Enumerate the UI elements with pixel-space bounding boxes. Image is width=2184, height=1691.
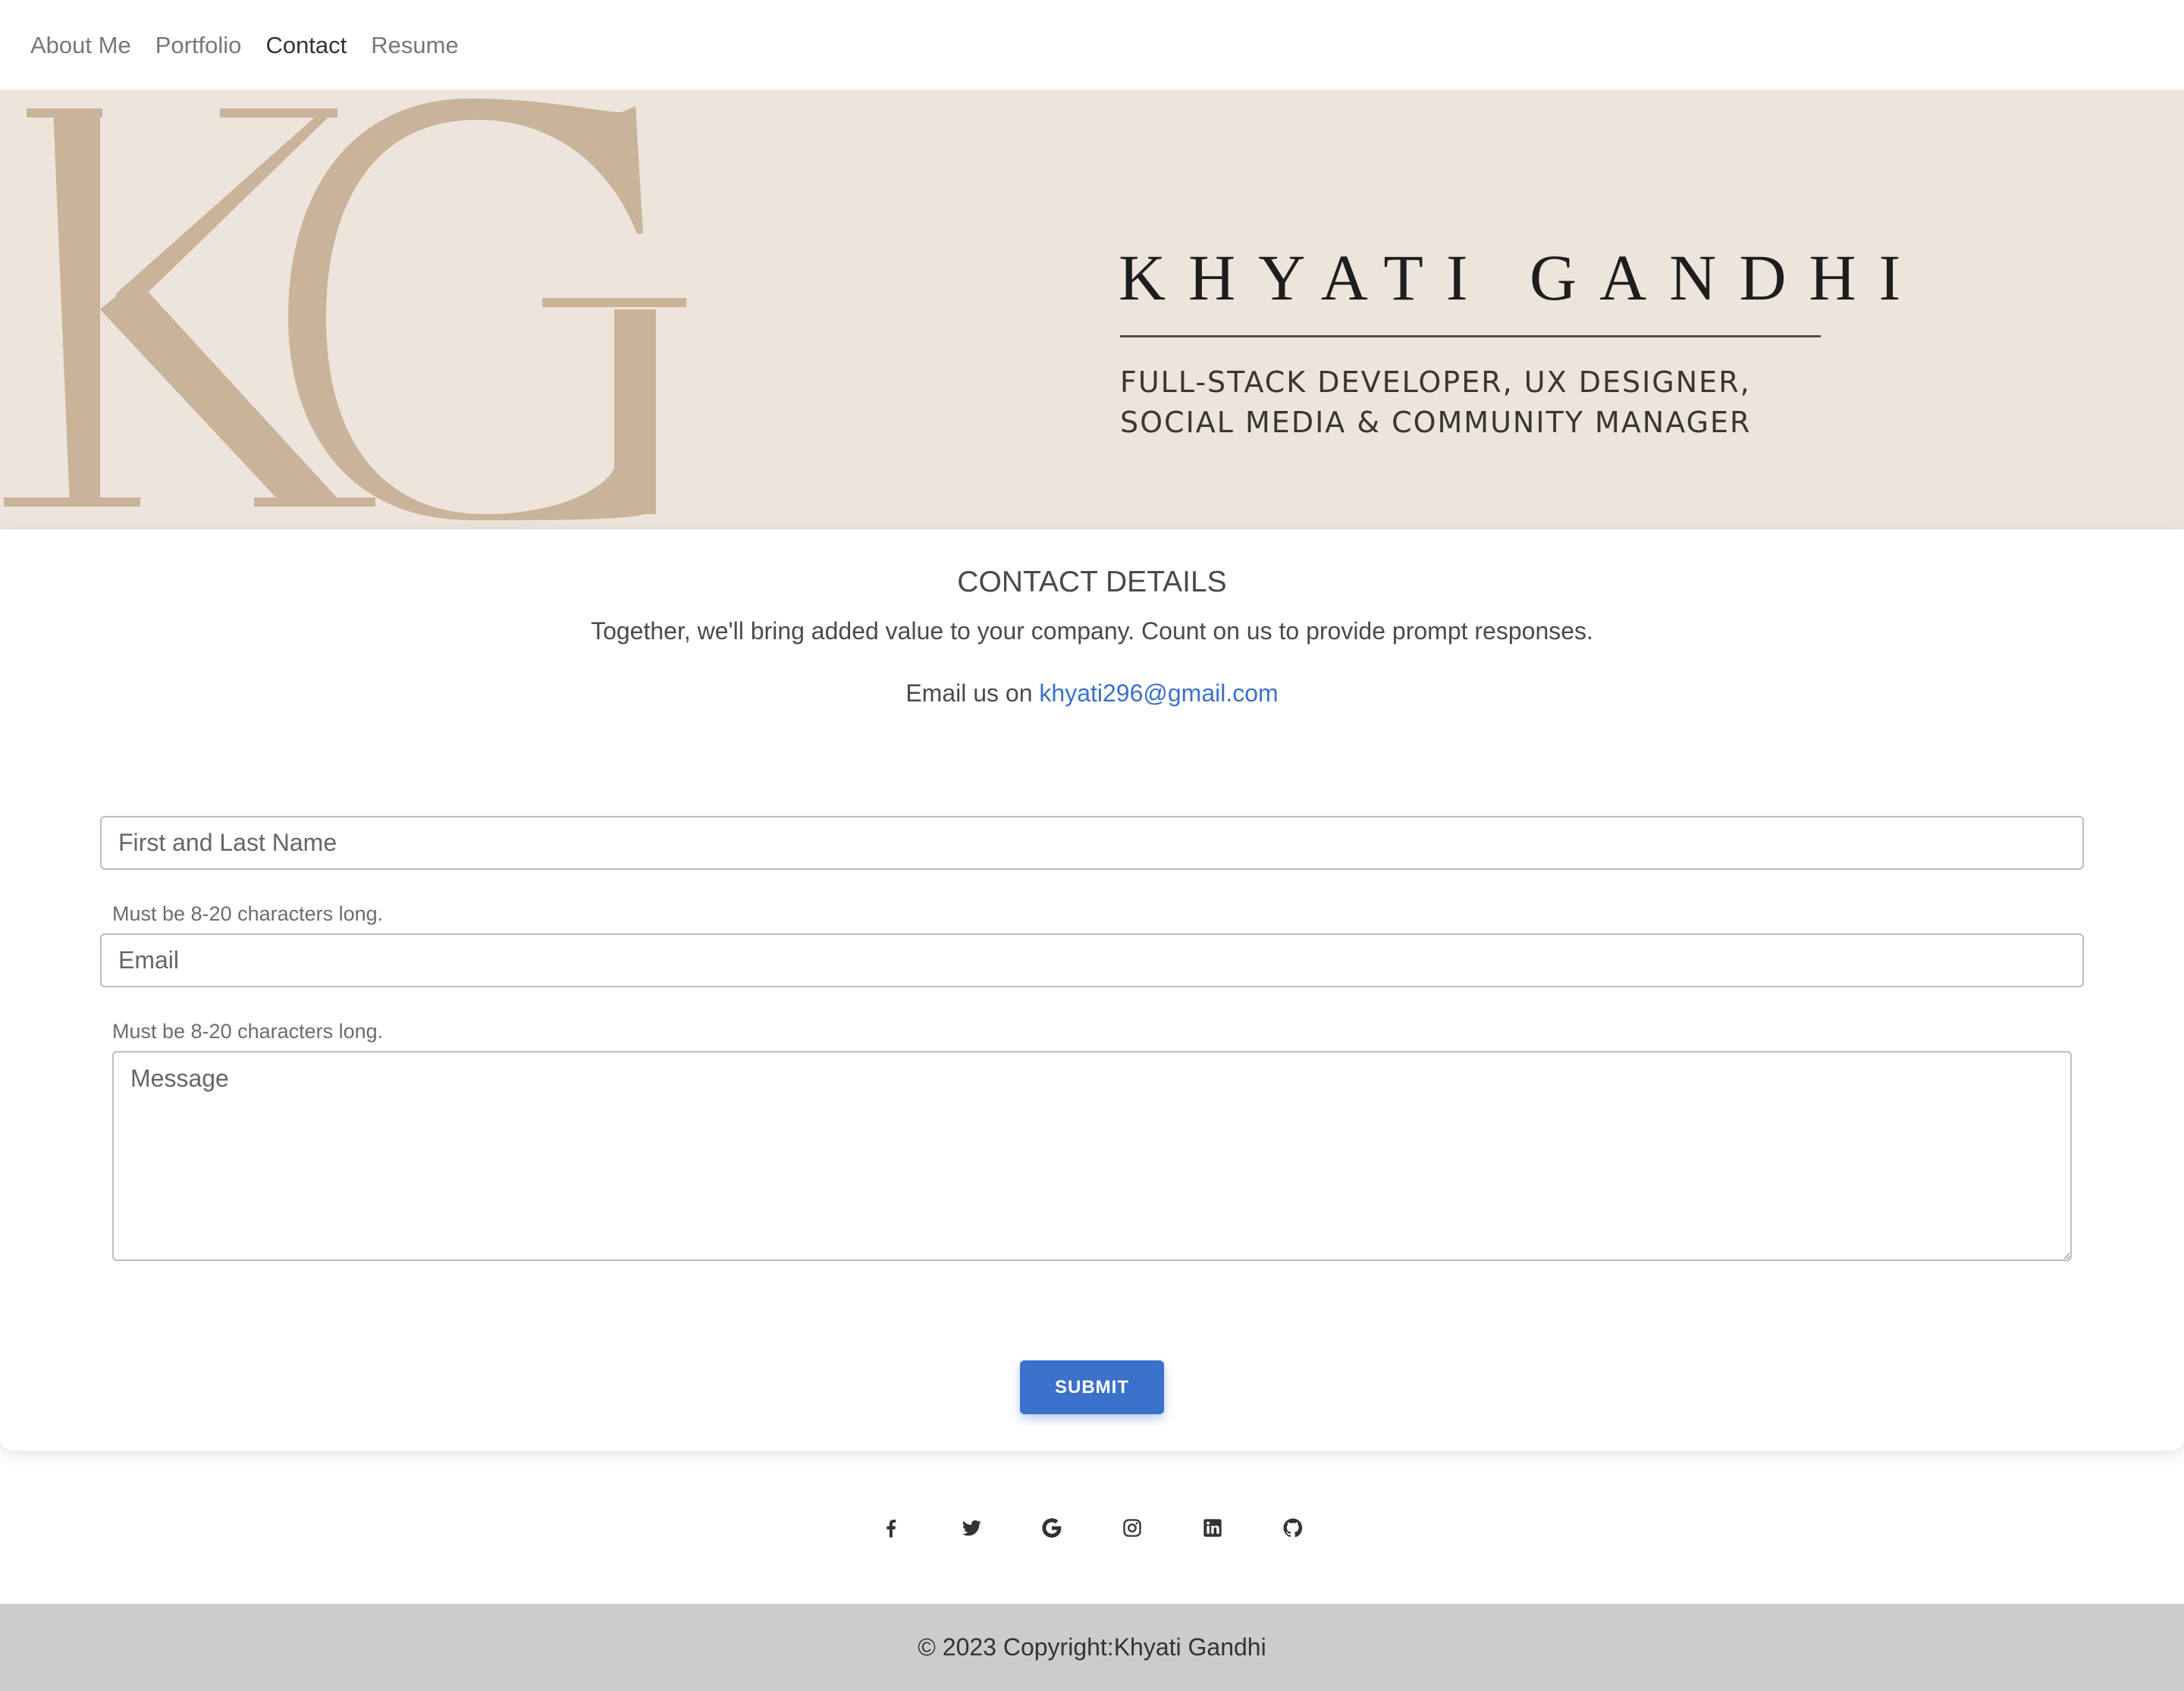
hero-name: KHYATI GANDHI — [1119, 241, 1924, 314]
email-link[interactable]: khyati296@gmail.com — [1039, 679, 1278, 707]
email-prefix: Email us on — [905, 679, 1040, 707]
contact-card: CONTACT DETAILS Together, we'll bring ad… — [0, 529, 2184, 1451]
hero-tagline: FULL-STACK DEVELOPER, UX DESIGNER, SOCIAL… — [1120, 362, 1751, 443]
kg-monogram-logo — [4, 99, 686, 520]
github-icon[interactable] — [1270, 1505, 1316, 1551]
facebook-icon[interactable] — [868, 1505, 914, 1551]
contact-title: CONTACT DETAILS — [957, 566, 1227, 598]
instagram-icon[interactable] — [1109, 1505, 1155, 1551]
top-nav: About Me Portfolio Contact Resume — [0, 0, 2184, 89]
google-icon[interactable] — [1029, 1505, 1075, 1551]
linkedin-icon[interactable] — [1190, 1505, 1235, 1551]
twitter-icon[interactable] — [949, 1505, 994, 1551]
hero-tagline-line1: FULL-STACK DEVELOPER, UX DESIGNER, — [1120, 365, 1751, 399]
copyright-text: © 2023 Copyright:Khyati Gandhi — [918, 1633, 1266, 1661]
hero-tagline-line2: SOCIAL MEDIA & COMMUNITY MANAGER — [1120, 406, 1752, 439]
nav-link-portfolio[interactable]: Portfolio — [155, 33, 242, 57]
social-links — [0, 1505, 2184, 1551]
footer: © 2023 Copyright:Khyati Gandhi — [0, 1604, 2184, 1691]
nav-link-about-me[interactable]: About Me — [30, 33, 131, 57]
name-input[interactable] — [100, 816, 2084, 870]
contact-description: Together, we'll bring added value to you… — [591, 617, 1593, 645]
hero-banner: KHYATI GANDHI FULL-STACK DEVELOPER, UX D… — [0, 89, 2184, 529]
email-hint: Must be 8-20 characters long. — [112, 1020, 384, 1043]
name-hint: Must be 8-20 characters long. — [112, 902, 384, 925]
email-input[interactable] — [100, 933, 2084, 987]
hero-divider — [1120, 335, 1821, 337]
submit-button[interactable]: SUBMIT — [1020, 1360, 1164, 1414]
message-textarea[interactable] — [112, 1051, 2072, 1261]
nav-link-contact[interactable]: Contact — [265, 33, 347, 57]
nav-link-resume[interactable]: Resume — [371, 33, 458, 57]
contact-email-line: Email us on khyati296@gmail.com — [0, 681, 2184, 705]
